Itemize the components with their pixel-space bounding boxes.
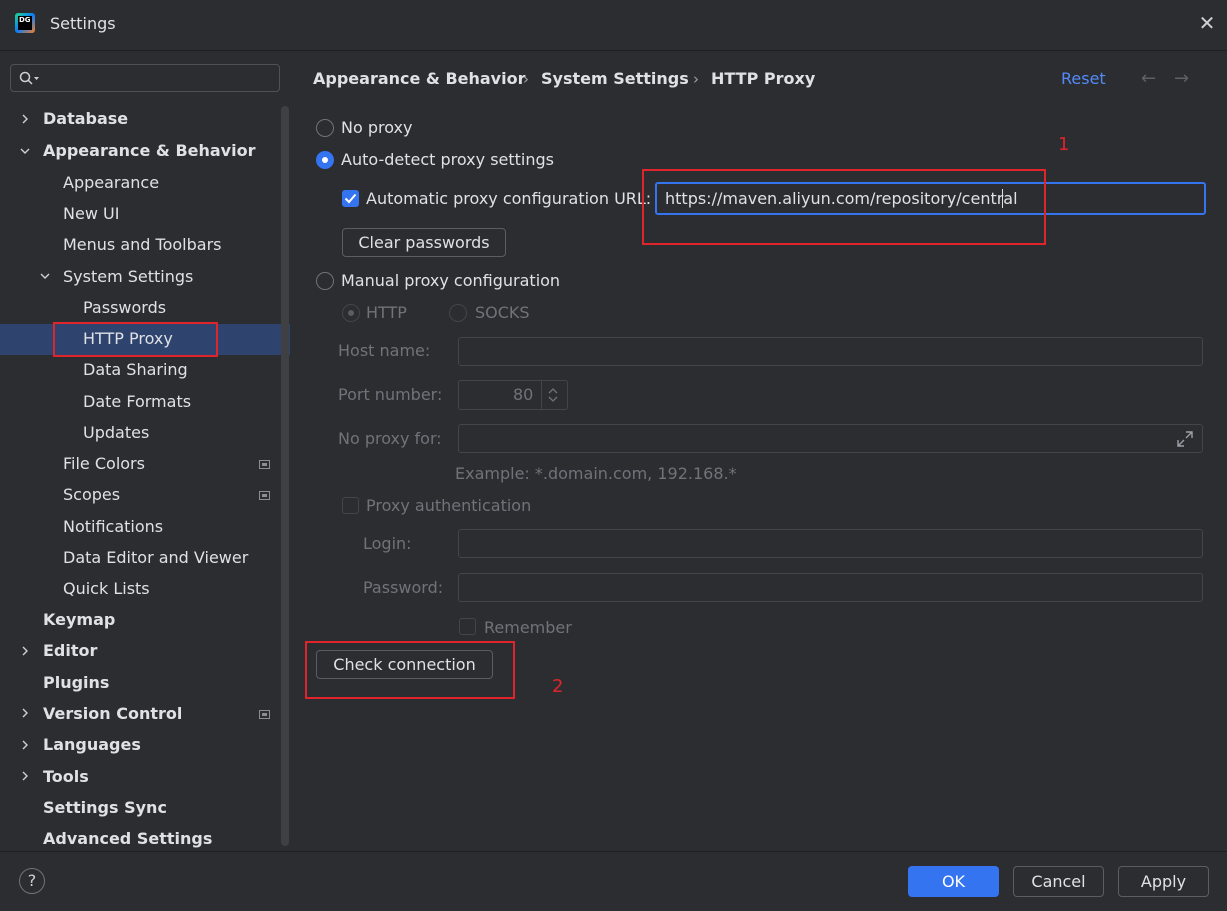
chevron-down-icon[interactable] xyxy=(20,146,30,156)
host-name-input[interactable] xyxy=(458,337,1203,366)
cancel-button[interactable]: Cancel xyxy=(1013,866,1104,897)
port-number-value: 80 xyxy=(513,385,534,404)
app-logo-icon: DG xyxy=(15,13,35,33)
tree-item-updates[interactable]: Updates xyxy=(83,418,149,448)
password-input[interactable] xyxy=(458,573,1203,602)
tree-item-menus-toolbars[interactable]: Menus and Toolbars xyxy=(63,230,222,260)
manual-proxy-label[interactable]: Manual proxy configuration xyxy=(341,271,560,290)
annotation-box-check-connection xyxy=(305,641,515,699)
no-proxy-example: Example: *.domain.com, 192.168.* xyxy=(455,464,737,483)
chevron-down-icon[interactable] xyxy=(40,271,50,281)
checkmark-icon xyxy=(344,193,357,204)
manual-proxy-radio[interactable] xyxy=(316,272,334,290)
login-input[interactable] xyxy=(458,529,1203,558)
clear-passwords-button[interactable]: Clear passwords xyxy=(342,228,506,257)
no-proxy-for-input[interactable] xyxy=(458,424,1203,453)
no-proxy-radio[interactable] xyxy=(316,119,334,137)
breadcrumb-system-settings[interactable]: System Settings xyxy=(541,69,689,88)
tree-item-data-editor-viewer[interactable]: Data Editor and Viewer xyxy=(63,543,248,573)
tree-item-new-ui[interactable]: New UI xyxy=(63,199,119,229)
chevron-right-icon[interactable] xyxy=(20,740,30,750)
back-arrow-icon[interactable]: ← xyxy=(1141,68,1156,89)
tree-item-editor[interactable]: Editor xyxy=(43,636,97,666)
tree-item-date-formats[interactable]: Date Formats xyxy=(83,387,191,417)
ok-button[interactable]: OK xyxy=(908,866,999,897)
apply-button[interactable]: Apply xyxy=(1118,866,1209,897)
no-proxy-for-label: No proxy for: xyxy=(338,429,442,448)
search-input[interactable] xyxy=(10,64,280,92)
close-icon[interactable]: ✕ xyxy=(1196,12,1218,34)
tree-item-scopes[interactable]: Scopes xyxy=(63,480,120,510)
proxy-auth-label[interactable]: Proxy authentication xyxy=(366,496,531,515)
tree-item-notifications[interactable]: Notifications xyxy=(63,512,163,542)
tree-item-data-sharing[interactable]: Data Sharing xyxy=(83,355,188,385)
tree-item-plugins[interactable]: Plugins xyxy=(43,668,109,698)
sidebar-scrollbar[interactable] xyxy=(281,106,289,846)
auto-config-url-checkbox[interactable] xyxy=(342,190,359,207)
tree-item-version-control[interactable]: Version Control xyxy=(43,699,182,729)
window-title: Settings xyxy=(50,14,116,33)
breadcrumb-separator: › xyxy=(523,70,529,88)
app-logo-text: DG xyxy=(18,16,32,30)
password-label: Password: xyxy=(363,578,444,597)
reset-link[interactable]: Reset xyxy=(1061,69,1106,88)
breadcrumb-separator: › xyxy=(693,70,699,88)
stepper-arrows-icon[interactable] xyxy=(547,386,559,404)
remember-label[interactable]: Remember xyxy=(484,618,572,637)
tree-item-advanced-settings[interactable]: Advanced Settings xyxy=(43,824,212,854)
auto-detect-radio[interactable] xyxy=(316,151,334,169)
proxy-auth-checkbox[interactable] xyxy=(342,497,359,514)
project-scope-icon xyxy=(259,710,270,719)
tree-item-languages[interactable]: Languages xyxy=(43,730,141,760)
help-icon[interactable]: ? xyxy=(19,868,45,894)
http-label[interactable]: HTTP xyxy=(366,303,407,322)
remember-checkbox[interactable] xyxy=(459,618,476,635)
host-name-label: Host name: xyxy=(338,341,431,360)
socks-label[interactable]: SOCKS xyxy=(475,303,530,322)
login-label: Login: xyxy=(363,534,412,553)
annotation-number-2: 2 xyxy=(552,676,564,697)
annotation-box-http-proxy xyxy=(53,322,218,357)
chevron-right-icon[interactable] xyxy=(20,708,30,718)
chevron-right-icon[interactable] xyxy=(20,771,30,781)
project-scope-icon xyxy=(259,491,270,500)
http-radio[interactable] xyxy=(342,304,360,322)
breadcrumb-appearance-behavior[interactable]: Appearance & Behavior xyxy=(313,69,525,88)
tree-item-tools[interactable]: Tools xyxy=(43,762,89,792)
chevron-right-icon[interactable] xyxy=(20,114,30,124)
auto-config-url-label[interactable]: Automatic proxy configuration URL: xyxy=(366,189,651,208)
breadcrumb-http-proxy: HTTP Proxy xyxy=(711,69,816,88)
project-scope-icon xyxy=(259,460,270,469)
tree-item-system-settings[interactable]: System Settings xyxy=(63,262,193,292)
expand-icon[interactable] xyxy=(1176,430,1194,448)
no-proxy-label[interactable]: No proxy xyxy=(341,118,412,137)
socks-radio[interactable] xyxy=(449,304,467,322)
title-bar xyxy=(0,0,1227,51)
tree-item-quick-lists[interactable]: Quick Lists xyxy=(63,574,150,604)
port-number-label: Port number: xyxy=(338,385,443,404)
auto-detect-label[interactable]: Auto-detect proxy settings xyxy=(341,150,554,169)
tree-item-appearance-behavior[interactable]: Appearance & Behavior xyxy=(43,136,255,166)
tree-item-settings-sync[interactable]: Settings Sync xyxy=(43,793,167,823)
chevron-right-icon[interactable] xyxy=(20,646,30,656)
tree-item-file-colors[interactable]: File Colors xyxy=(63,449,145,479)
forward-arrow-icon[interactable]: → xyxy=(1174,68,1189,89)
tree-item-passwords[interactable]: Passwords xyxy=(83,293,166,323)
search-icon xyxy=(19,71,39,85)
annotation-number-1: 1 xyxy=(1058,134,1070,155)
tree-item-keymap[interactable]: Keymap xyxy=(43,605,115,635)
annotation-box-url xyxy=(642,169,1046,245)
tree-item-appearance[interactable]: Appearance xyxy=(63,168,159,198)
tree-item-database[interactable]: Database xyxy=(43,104,128,134)
